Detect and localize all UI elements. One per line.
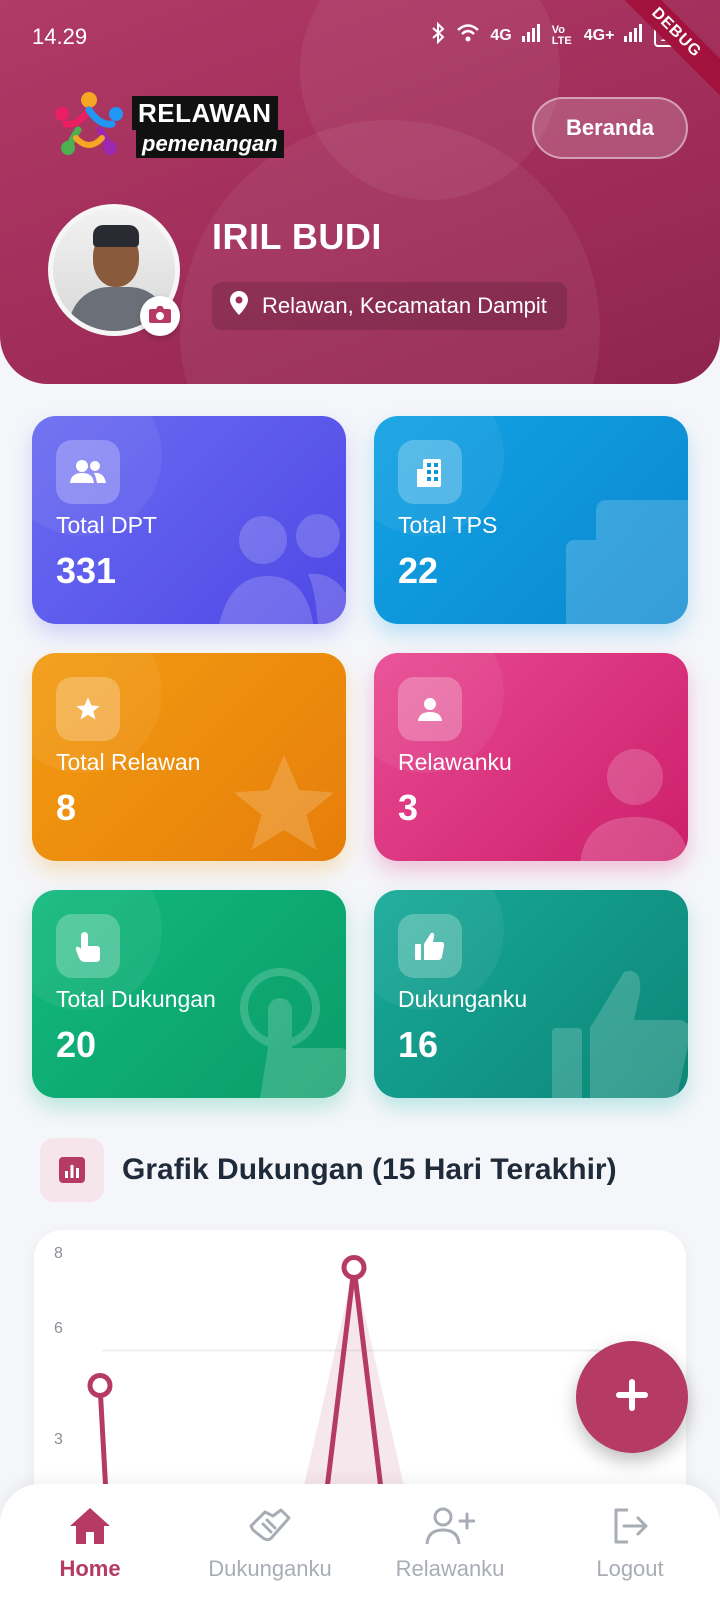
tap-icon: [56, 914, 120, 978]
signal-icon: [521, 24, 542, 47]
handshake-icon: [180, 1502, 360, 1550]
chart-title: Grafik Dukungan (15 Hari Terakhir): [122, 1153, 617, 1186]
stat-card-relawanku[interactable]: Relawanku 3: [374, 653, 688, 861]
stat-label: Total Relawan: [56, 749, 201, 775]
nav-label: Dukunganku: [208, 1556, 332, 1581]
nav-label: Logout: [596, 1556, 664, 1581]
thumbs-up-bg-icon: [552, 971, 688, 1098]
logo-subtitle: pemenangan: [136, 130, 284, 158]
status-bar: 14.29 4G Vo LTE 4G+ 14 DEBUG: [0, 0, 720, 106]
stat-label: Total Dukungan: [56, 986, 216, 1012]
stat-card-dukunganku[interactable]: Dukunganku 16: [374, 890, 688, 1098]
y-tick-label: 3: [54, 1431, 63, 1448]
people-icon: [56, 440, 120, 504]
nav-label: Relawanku: [395, 1556, 505, 1581]
y-tick-label: 6: [54, 1320, 63, 1337]
change-photo-button[interactable]: [140, 296, 180, 336]
stat-card-total-dukungan[interactable]: Total Dukungan 20: [32, 890, 346, 1098]
role-location-pill: Relawan, Kecamatan Dampit: [212, 282, 567, 330]
stat-value: 16: [398, 1024, 439, 1065]
stat-value: 8: [56, 787, 77, 828]
home-icon: [0, 1502, 180, 1550]
bluetooth-icon: [430, 21, 446, 49]
stat-label: Relawanku: [398, 749, 512, 775]
bottom-navigation: Home Dukunganku Relawanku Logout: [0, 1484, 720, 1600]
app-logo: RELAWAN pemenangan: [48, 90, 284, 162]
nav-label: Home: [59, 1556, 121, 1581]
people-bg-icon: [219, 514, 346, 624]
star-icon: [56, 677, 120, 741]
network-label-2: Vo LTE: [551, 23, 572, 47]
beranda-button[interactable]: Beranda: [532, 97, 688, 159]
network-label-1: 4G: [490, 26, 512, 44]
user-name: IRIL BUDI: [212, 216, 382, 257]
status-icons: 4G Vo LTE 4G+ 14: [430, 21, 682, 49]
person-icon: [398, 677, 462, 741]
wifi-icon: [456, 23, 480, 48]
signal-icon: [624, 24, 644, 47]
location-pin-icon: [230, 291, 248, 321]
data-point: [341, 1255, 367, 1280]
stat-value: 22: [398, 550, 439, 591]
chart-heading: Grafik Dukungan (15 Hari Terakhir): [40, 1138, 617, 1202]
add-button[interactable]: [576, 1341, 688, 1453]
logo-title: RELAWAN: [132, 96, 278, 130]
stat-card-total-dpt[interactable]: Total DPT 331: [32, 416, 346, 624]
thumbs-up-icon: [398, 914, 462, 978]
stat-card-total-tps[interactable]: Total TPS 22: [374, 416, 688, 624]
user-plus-icon: [360, 1502, 540, 1550]
building-icon: [398, 440, 462, 504]
network-label-3: 4G+: [583, 26, 615, 44]
debug-banner: DEBUG: [603, 0, 720, 106]
y-tick-label: 8: [54, 1245, 63, 1262]
bar-chart-icon: [40, 1138, 104, 1202]
role-text: Relawan, Kecamatan Dampit: [262, 293, 547, 318]
profile-header: 14.29 4G Vo LTE 4G+ 14 DEBUG: [0, 0, 720, 384]
nav-item-home[interactable]: Home: [0, 1502, 180, 1582]
nav-item-dukunganku[interactable]: Dukunganku: [180, 1502, 360, 1582]
camera-icon: [149, 305, 171, 328]
building-bg-icon: [566, 500, 688, 624]
nav-item-relawanku[interactable]: Relawanku: [360, 1502, 540, 1582]
stat-value: 3: [398, 787, 419, 828]
data-point: [87, 1373, 113, 1398]
stat-value: 331: [56, 550, 117, 591]
nav-item-logout[interactable]: Logout: [540, 1502, 720, 1582]
status-time: 14.29: [32, 24, 88, 49]
stat-label: Total DPT: [56, 512, 157, 538]
logo-mark-icon: [55, 92, 123, 155]
stat-label: Dukunganku: [398, 986, 528, 1012]
logout-icon: [540, 1502, 720, 1550]
stat-card-total-relawan[interactable]: Total Relawan 8: [32, 653, 346, 861]
star-bg-icon: [234, 755, 334, 850]
stat-value: 20: [56, 1024, 97, 1065]
plus-icon: [614, 1377, 650, 1418]
stat-label: Total TPS: [398, 512, 498, 538]
person-bg-icon: [580, 749, 688, 861]
tap-bg-icon: [240, 968, 346, 1098]
